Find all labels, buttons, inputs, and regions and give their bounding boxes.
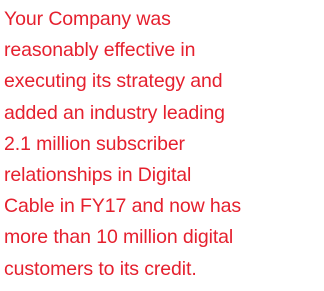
paragraph-line: 2.1 million subscriber [4, 132, 185, 155]
paragraph-line: relationships in Digital [4, 164, 192, 187]
highlight-paragraph: Your Company was reasonably effective in… [4, 4, 322, 285]
paragraph-line: Your Company was [4, 8, 171, 30]
paragraph-line: reasonably effective in [4, 39, 196, 62]
paragraph-line: added an industry leading [4, 101, 225, 124]
paragraph-line: customers to its credit. [4, 257, 197, 280]
paragraph-line: Cable in FY17 and now has [4, 195, 242, 218]
paragraph-line: executing its strategy and [4, 70, 223, 93]
paragraph-line: more than 10 million digital [4, 226, 234, 249]
